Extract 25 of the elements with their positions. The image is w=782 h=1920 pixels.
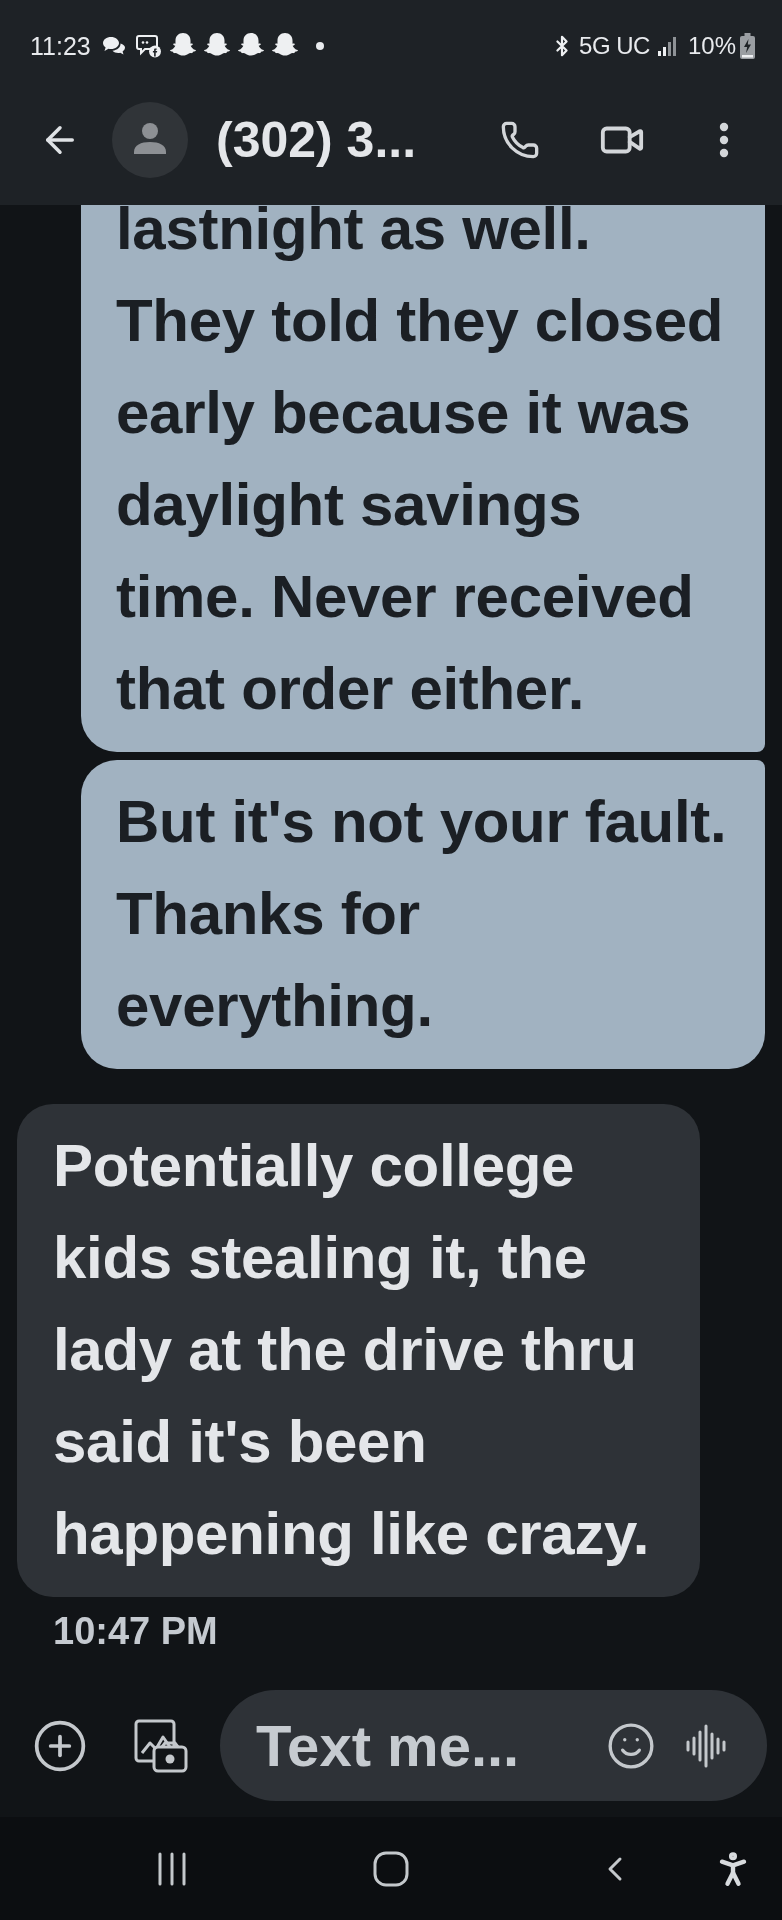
battery-percent: 10% bbox=[687, 34, 736, 58]
ghost-icon bbox=[237, 33, 264, 59]
gallery-camera-icon[interactable] bbox=[134, 1718, 188, 1773]
message-text: Potentially college kids stealing it, the lady at the drive thru said it's been happening like crazy. bbox=[53, 1131, 651, 1569]
home-icon[interactable] bbox=[373, 1850, 409, 1887]
ghost-icon bbox=[271, 33, 298, 59]
avatar-icon[interactable] bbox=[112, 102, 188, 178]
contact-title: (302) 3... bbox=[216, 115, 418, 165]
status-time: 11:23 bbox=[30, 33, 91, 59]
recent-apps-icon[interactable] bbox=[157, 1851, 187, 1886]
notification-dot-icon bbox=[315, 42, 324, 50]
ghost-icon bbox=[203, 33, 230, 59]
message-text: But it's not your fault. Thanks for everything. bbox=[116, 787, 728, 1041]
chat-badge-icon bbox=[135, 34, 162, 58]
message-field[interactable]: Text me... bbox=[220, 1690, 767, 1801]
chat-bubbles-icon bbox=[101, 36, 126, 56]
battery-charging-icon bbox=[740, 33, 755, 59]
voice-waveform-icon[interactable] bbox=[686, 1723, 726, 1768]
message-text: lastnight as well. They told they closed early because it was daylight savings time. Never received that order either. bbox=[116, 205, 725, 724]
signal-strength-icon bbox=[657, 36, 678, 56]
ghost-icon bbox=[169, 33, 196, 59]
more-options-icon bbox=[719, 122, 729, 158]
message-timestamp: 10:47 PM bbox=[53, 1609, 218, 1653]
phone-icon bbox=[500, 120, 540, 160]
network-type: 5G UC bbox=[579, 34, 650, 58]
